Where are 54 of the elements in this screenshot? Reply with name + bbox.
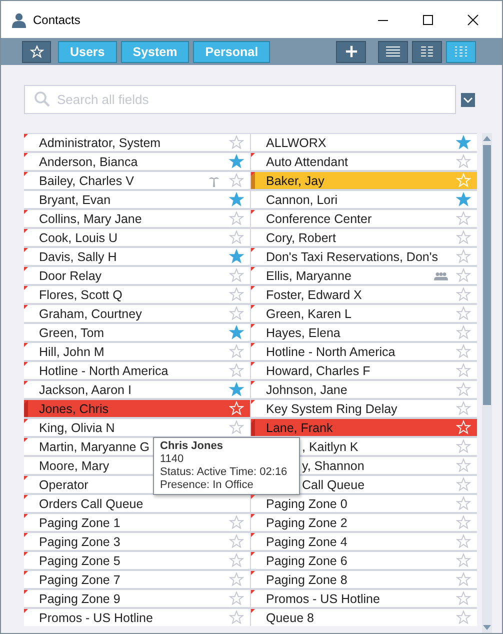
contact-name: Hotline - North America [39, 364, 168, 378]
contact-name: King, Olivia N [39, 420, 115, 434]
contact-name: Howard, Charles F [266, 364, 370, 378]
contact-name: Ellis, Maryanne [266, 268, 352, 282]
contact-name: ALLWORX [266, 136, 326, 150]
contact-name: Paging Zone 1 [39, 516, 120, 530]
contact-name: Paging Zone 0 [266, 496, 348, 510]
contact-name: Jones, Chris [39, 402, 108, 416]
contact-name: Paging Zone 5 [39, 554, 120, 568]
contact-name: Paging Zone 7 [39, 572, 120, 586]
contact-name: Call Queue [302, 478, 365, 492]
contact-name: Foster, Edward X [266, 288, 362, 302]
contact-name: y, Shannon [302, 458, 364, 472]
contact-name: Hill, John M [39, 344, 104, 358]
contact-name: Collins, Mary Jane [39, 212, 142, 226]
contact-name: Lane, Frank [266, 420, 333, 434]
contact-name: Promos - US Hotline [39, 610, 153, 624]
contact-name: Graham, Courtney [39, 306, 142, 320]
contact-name: Hayes, Elena [266, 326, 340, 340]
contact-name: Queue 8 [266, 610, 314, 624]
contact-name: Anderson, Bianca [39, 154, 138, 168]
contact-name: Green, Tom [39, 326, 104, 340]
tooltip-title: Chris Jones [160, 440, 224, 453]
contact-name: Green, Karen L [266, 306, 352, 320]
contact-name: Conference Center [266, 212, 372, 226]
contact-name: Johnson, Jane [266, 382, 348, 396]
contact-name: Paging Zone 6 [266, 554, 348, 568]
contact-name: Operator [39, 478, 88, 492]
contact-name: Administrator, System [39, 136, 161, 150]
contact-name: Hotline - North America [266, 344, 396, 358]
window-title: Contacts [33, 12, 80, 26]
contact-name: Door Relay [39, 268, 102, 282]
contact-name: , Kaitlyn K [302, 440, 358, 454]
contact-name: Martin, Maryanne G [39, 440, 150, 454]
contact-name: Baker, Jay [266, 174, 324, 188]
contact-name: Bailey, Charles V [39, 174, 134, 188]
contact-name: Paging Zone 9 [39, 592, 120, 606]
contact-name: Paging Zone 3 [39, 534, 120, 548]
contact-name: Cannon, Lori [266, 192, 338, 206]
contact-name: Paging Zone 4 [266, 534, 348, 548]
contact-name: Jackson, Aaron I [39, 382, 132, 396]
contact-name: Don's Taxi Reservations, Don's [266, 250, 438, 264]
contact-name: Promos - US Hotline [266, 592, 380, 606]
contact-name: Cory, Robert [266, 230, 336, 244]
contact-name: Paging Zone 2 [266, 516, 348, 530]
contact-name: Key System Ring Delay [266, 402, 398, 416]
contact-name: Paging Zone 8 [266, 572, 348, 586]
contact-name: Bryant, Evan [39, 192, 111, 206]
contact-name: Auto Attendant [266, 154, 348, 168]
contact-name: Cook, Louis U [39, 230, 118, 244]
contact-name: Moore, Mary [39, 458, 110, 472]
contact-name: Davis, Sally H [39, 250, 117, 264]
contact-name: Orders Call Queue [39, 496, 144, 510]
contact-name: Flores, Scott Q [39, 288, 122, 302]
